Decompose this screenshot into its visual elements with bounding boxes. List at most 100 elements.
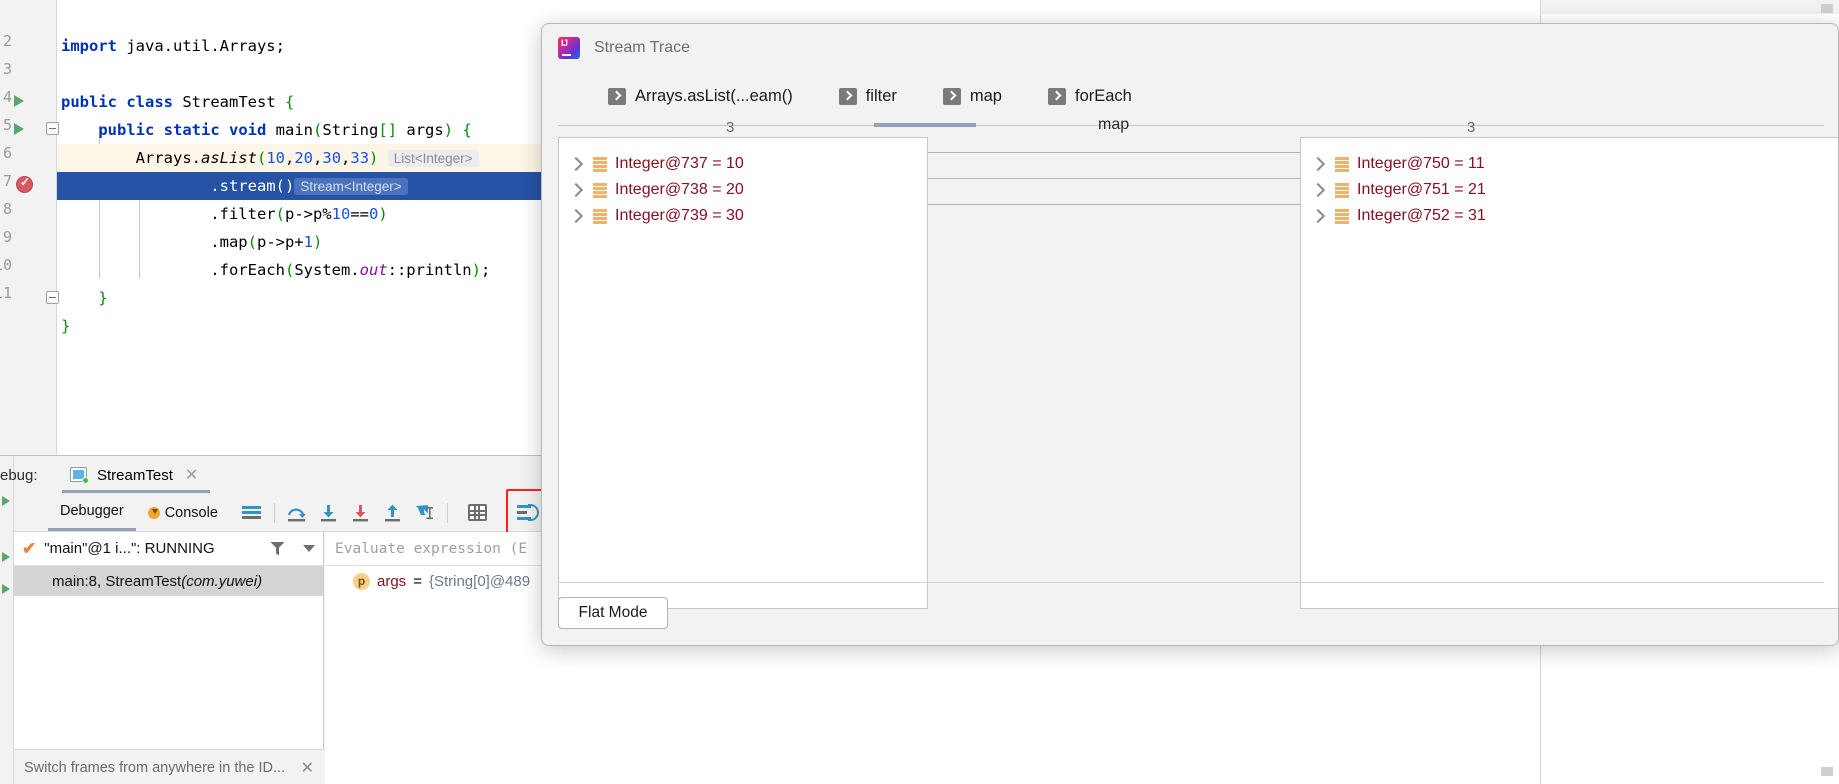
left-column-count: 3 bbox=[726, 119, 735, 136]
value-label: Integer@738 = 20 bbox=[615, 181, 744, 198]
tab-source-call[interactable]: Arrays.asList(...eam() bbox=[592, 79, 809, 113]
chevron-right-icon[interactable] bbox=[1310, 208, 1326, 224]
right-column-topbar bbox=[1541, 0, 1839, 14]
inlay-hint: Stream<Integer> bbox=[294, 178, 408, 195]
frames-panel[interactable]: ✔ "main"@1 i...": RUNNING main:8, Stream… bbox=[14, 532, 324, 784]
line-number: 2 bbox=[2, 32, 12, 50]
tab-debugger[interactable]: Debugger bbox=[48, 494, 136, 531]
step-into-glyph bbox=[320, 504, 336, 521]
step-over-glyph bbox=[287, 508, 306, 521]
evaluate-expression-input[interactable]: Evaluate expression (E bbox=[335, 541, 527, 557]
run-gutter-icon[interactable] bbox=[14, 95, 24, 107]
tab-foreach[interactable]: forEach bbox=[1032, 79, 1148, 113]
value-label: Integer@750 = 11 bbox=[1357, 155, 1485, 172]
tab-console[interactable]: Console bbox=[136, 494, 230, 531]
dialog-title: Stream Trace bbox=[594, 39, 691, 56]
value-link-line bbox=[912, 204, 1301, 205]
toolbar-separator bbox=[273, 502, 275, 523]
value-label: Integer@752 = 31 bbox=[1357, 207, 1486, 224]
line-number: 9 bbox=[2, 228, 12, 246]
tab-map-label: map bbox=[969, 86, 1002, 105]
scrollbar-thumb-top[interactable] bbox=[1821, 4, 1833, 13]
line-number: 10 bbox=[0, 256, 12, 274]
debug-window-label: ebug: bbox=[0, 467, 38, 484]
close-icon[interactable]: ✕ bbox=[185, 465, 198, 485]
chevron-right-icon[interactable] bbox=[568, 156, 584, 172]
value-label: Integer@737 = 10 bbox=[615, 155, 744, 172]
run-to-cursor-glyph bbox=[415, 504, 433, 519]
value-row[interactable]: Integer@738 = 20 bbox=[559, 177, 927, 203]
toolbar-separator bbox=[446, 502, 448, 523]
object-value-icon bbox=[593, 157, 607, 172]
value-row[interactable]: Integer@752 = 31 bbox=[1301, 203, 1838, 229]
force-step-into-icon[interactable] bbox=[345, 498, 377, 528]
value-label: Integer@739 = 30 bbox=[615, 207, 744, 224]
step-into-icon[interactable] bbox=[313, 498, 345, 528]
value-link-line bbox=[912, 178, 1301, 179]
frame-location: main:8, StreamTest bbox=[52, 572, 182, 590]
tab-debugger-label: Debugger bbox=[60, 503, 124, 519]
tab-map[interactable]: map bbox=[927, 79, 1018, 113]
debug-left-strip[interactable] bbox=[0, 456, 14, 784]
intellij-idea-logo-icon bbox=[558, 37, 580, 59]
run-to-cursor-icon[interactable] bbox=[409, 498, 441, 528]
status-hint-text: Switch frames from anywhere in the ID... bbox=[24, 759, 286, 776]
line-number: 5 bbox=[2, 116, 12, 134]
parameter-badge-icon: p bbox=[353, 572, 370, 590]
run-gutter-icon[interactable] bbox=[14, 123, 24, 135]
stream-chain-tabs[interactable]: Arrays.asList(...eam() filter map forEac… bbox=[558, 79, 1824, 116]
editor-gutter[interactable]: 2 3 4 5 6 7 8 9 10 11 bbox=[0, 0, 59, 455]
run-configuration-tab[interactable]: StreamTest ✕ bbox=[62, 460, 211, 493]
step-out-icon[interactable] bbox=[377, 498, 409, 528]
run-icon[interactable] bbox=[2, 552, 10, 562]
chevron-right-icon[interactable] bbox=[568, 182, 584, 198]
stack-frame-row[interactable]: main:8, StreamTest (com.yuwei) bbox=[14, 566, 323, 596]
chevron-down-icon[interactable] bbox=[303, 545, 315, 552]
object-value-icon bbox=[593, 209, 607, 224]
run-icon[interactable] bbox=[2, 584, 10, 594]
chevron-right-icon[interactable] bbox=[1310, 156, 1326, 172]
close-icon[interactable]: ✕ bbox=[301, 758, 314, 778]
left-values-panel[interactable]: Integer@737 = 10 Integer@738 = 20 Intege… bbox=[558, 137, 928, 609]
line-number: 8 bbox=[2, 200, 12, 218]
scrollbar-thumb-bottom[interactable] bbox=[1821, 767, 1833, 776]
java-run-config-icon bbox=[70, 466, 89, 484]
line-number: 4 bbox=[2, 88, 12, 106]
object-value-icon bbox=[1335, 157, 1349, 172]
tab-foreach-label: forEach bbox=[1074, 86, 1132, 105]
value-row[interactable]: Integer@751 = 21 bbox=[1301, 177, 1838, 203]
tab-filter-label: filter bbox=[865, 86, 897, 105]
variable-value: {String[0]@489 bbox=[428, 572, 531, 590]
console-icon bbox=[147, 506, 160, 519]
value-row[interactable]: Integer@737 = 10 bbox=[559, 151, 927, 177]
thread-running-icon: ✔ bbox=[22, 538, 37, 558]
chevron-right-square-icon bbox=[1047, 87, 1066, 105]
chevron-right-icon[interactable] bbox=[1310, 182, 1326, 198]
chevron-right-icon[interactable] bbox=[568, 208, 584, 224]
variable-name: args bbox=[377, 572, 407, 590]
flat-mode-button[interactable]: Flat Mode bbox=[558, 597, 668, 629]
step-over-icon[interactable] bbox=[281, 498, 313, 528]
dialog-titlebar: Stream Trace bbox=[542, 24, 1838, 72]
tab-source-call-label: Arrays.asList(...eam() bbox=[635, 86, 793, 105]
value-row[interactable]: Integer@750 = 11 bbox=[1301, 151, 1838, 177]
stream-trace-dialog[interactable]: Stream Trace Arrays.asList(...eam() filt… bbox=[541, 23, 1839, 646]
right-column-count: 3 bbox=[1467, 119, 1476, 136]
chevron-right-square-icon bbox=[838, 87, 857, 105]
force-step-into-glyph bbox=[352, 504, 368, 521]
evaluate-grid-icon[interactable] bbox=[462, 498, 494, 528]
filter-icon[interactable] bbox=[270, 541, 285, 556]
layout-lines-icon[interactable] bbox=[236, 498, 268, 528]
value-row[interactable]: Integer@739 = 30 bbox=[559, 203, 927, 229]
chevron-right-square-icon bbox=[942, 87, 961, 105]
right-values-panel[interactable]: Integer@750 = 11 Integer@751 = 21 Intege… bbox=[1300, 137, 1838, 609]
tab-filter[interactable]: filter bbox=[823, 79, 913, 113]
variable-equals: = bbox=[413, 572, 422, 590]
dialog-footer-divider bbox=[558, 582, 1824, 583]
object-value-icon bbox=[593, 183, 607, 198]
resume-program-icon[interactable] bbox=[2, 496, 10, 506]
breakpoint-icon[interactable] bbox=[16, 175, 33, 193]
screen-root: 2 3 4 5 6 7 8 9 10 11 import java.util.A… bbox=[0, 0, 1839, 784]
thread-selector[interactable]: ✔ "main"@1 i...": RUNNING bbox=[14, 532, 323, 566]
object-value-icon bbox=[1335, 183, 1349, 198]
